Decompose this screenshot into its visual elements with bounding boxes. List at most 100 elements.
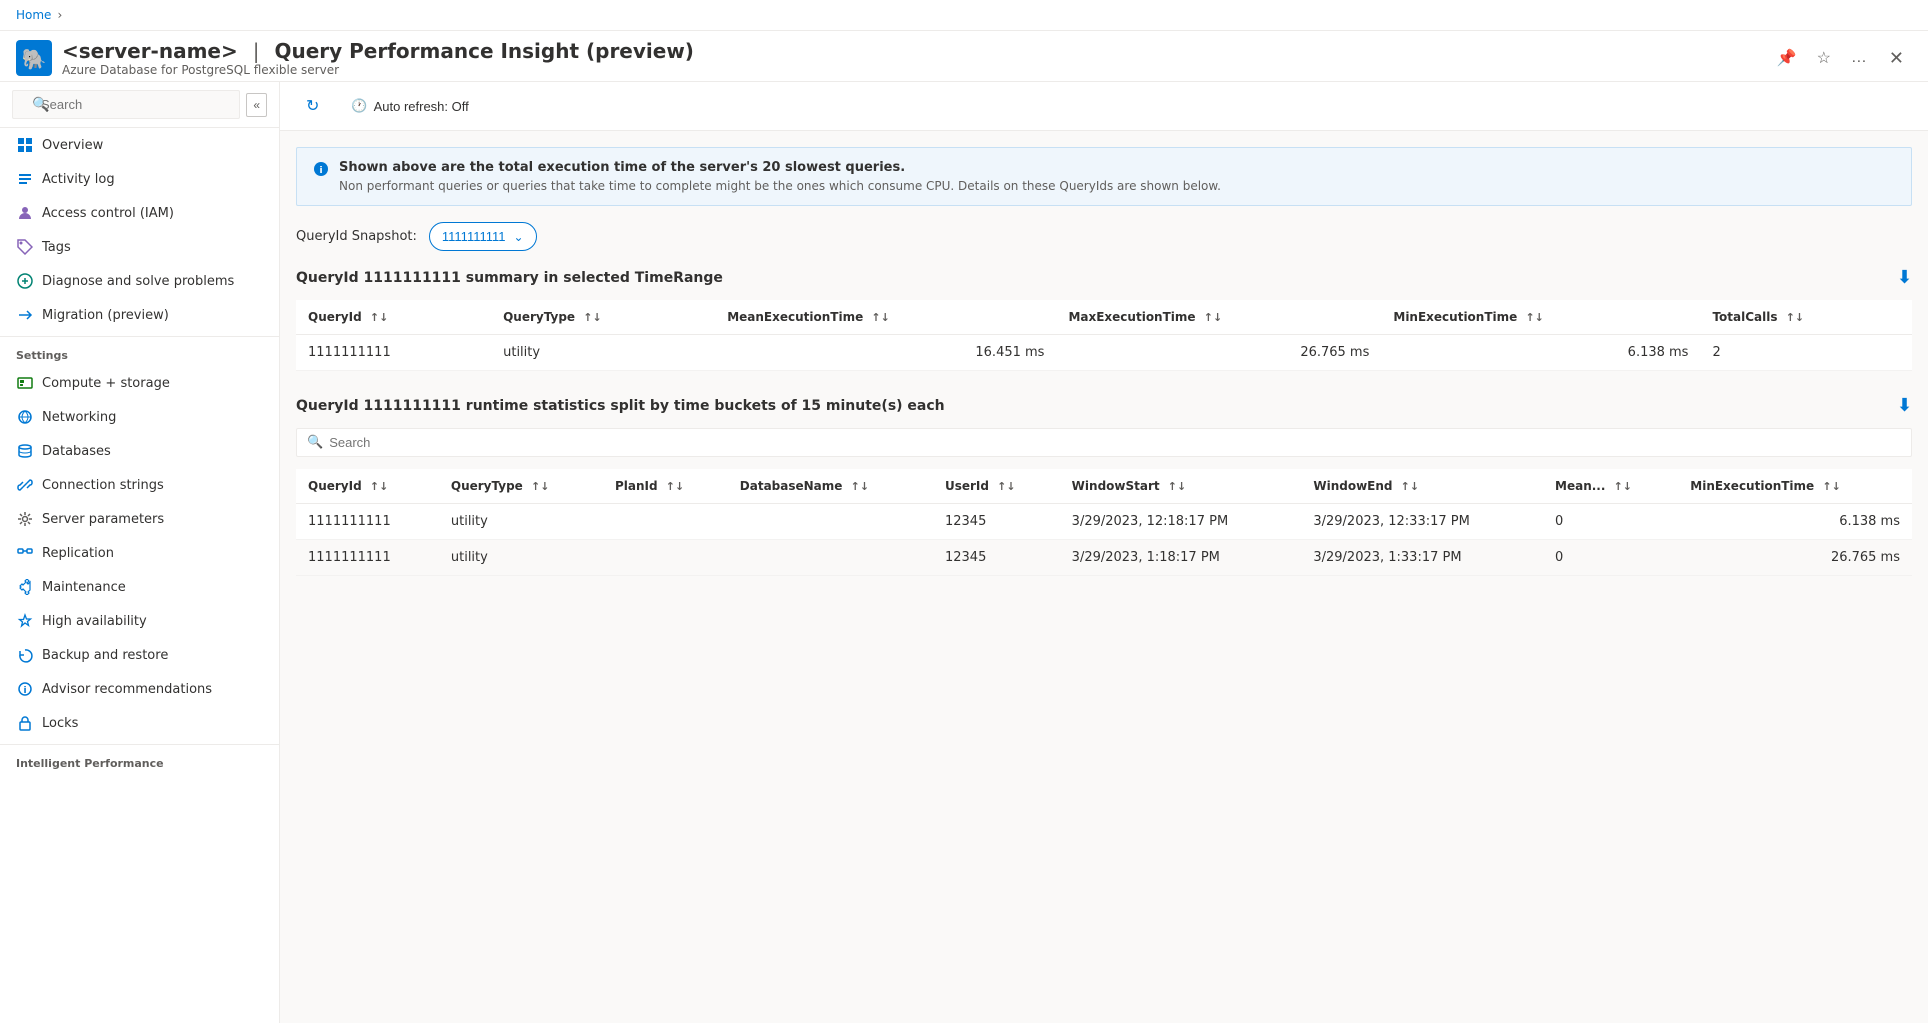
sidebar-item-migration[interactable]: Migration (preview) <box>0 298 279 332</box>
sidebar-nav: Overview Activity log Access control (IA… <box>0 128 279 1023</box>
connection-strings-icon <box>16 476 34 494</box>
sidebar-item-label: Access control (IAM) <box>42 206 174 221</box>
cell-query-type: utility <box>491 335 715 371</box>
rt-col-mean[interactable]: Mean... ↑↓ <box>1543 469 1678 504</box>
col-max-execution[interactable]: MaxExecutionTime ↑↓ <box>1056 300 1381 335</box>
col-query-type[interactable]: QueryType ↑↓ <box>491 300 715 335</box>
sidebar-item-maintenance[interactable]: Maintenance <box>0 570 279 604</box>
sidebar-item-locks[interactable]: Locks <box>0 706 279 740</box>
rt-cell-query-id: 1111111111 <box>296 504 439 540</box>
info-banner-bold: Shown above are the total execution time… <box>339 160 1221 175</box>
breadcrumb: Home › <box>0 0 1928 31</box>
high-availability-icon <box>16 612 34 630</box>
sidebar-item-compute[interactable]: Compute + storage <box>0 366 279 400</box>
activity-log-icon <box>16 170 34 188</box>
search-icon: 🔍 <box>32 97 49 113</box>
auto-refresh-button[interactable]: 🕐 Auto refresh: Off <box>341 92 478 120</box>
rt-cell-min-execution: 6.138 ms <box>1678 504 1912 540</box>
sidebar-item-tags[interactable]: Tags <box>0 230 279 264</box>
sidebar-item-server-parameters[interactable]: Server parameters <box>0 502 279 536</box>
server-parameters-icon <box>16 510 34 528</box>
rt-col-user-id[interactable]: UserId ↑↓ <box>933 469 1060 504</box>
runtime-table-body: 1111111111 utility 12345 3/29/2023, 12:1… <box>296 504 1912 576</box>
sidebar-item-advisor[interactable]: i Advisor recommendations <box>0 672 279 706</box>
refresh-button[interactable]: ↻ <box>296 90 329 122</box>
advisor-icon: i <box>16 680 34 698</box>
sidebar-item-label: Connection strings <box>42 478 164 493</box>
sidebar-item-diagnose[interactable]: Diagnose and solve problems <box>0 264 279 298</box>
migration-icon <box>16 306 34 324</box>
snapshot-value: 1111111111 <box>442 229 506 244</box>
runtime-table-row: 1111111111 utility 12345 3/29/2023, 12:1… <box>296 504 1912 540</box>
sidebar-item-backup[interactable]: Backup and restore <box>0 638 279 672</box>
runtime-table-row: 1111111111 utility 12345 3/29/2023, 1:18… <box>296 540 1912 576</box>
summary-table: QueryId ↑↓ QueryType ↑↓ MeanExecutionTim… <box>296 300 1912 371</box>
summary-table-body: 1111111111 utility 16.451 ms 26.765 ms 6… <box>296 335 1912 371</box>
rt-cell-plan-id <box>603 540 728 576</box>
col-query-id[interactable]: QueryId ↑↓ <box>296 300 491 335</box>
sidebar-item-label: Replication <box>42 546 114 561</box>
settings-section-header: Settings <box>0 336 279 366</box>
svg-text:i: i <box>23 686 26 696</box>
info-icon: i <box>313 161 329 181</box>
col-min-execution[interactable]: MinExecutionTime ↑↓ <box>1381 300 1700 335</box>
sidebar-item-replication[interactable]: Replication <box>0 536 279 570</box>
sidebar-item-label: Maintenance <box>42 580 126 595</box>
sidebar-item-databases[interactable]: Databases <box>0 434 279 468</box>
svg-text:i: i <box>319 166 322 176</box>
rt-col-plan-id[interactable]: PlanId ↑↓ <box>603 469 728 504</box>
databases-icon <box>16 442 34 460</box>
col-mean-execution[interactable]: MeanExecutionTime ↑↓ <box>715 300 1056 335</box>
rt-col-query-type[interactable]: QueryType ↑↓ <box>439 469 603 504</box>
sidebar-item-high-availability[interactable]: High availability <box>0 604 279 638</box>
sidebar-item-networking[interactable]: Networking <box>0 400 279 434</box>
header-actions: 📌 ☆ … ✕ <box>1771 44 1912 73</box>
pin-button[interactable]: 📌 <box>1771 44 1803 72</box>
rt-col-window-end[interactable]: WindowEnd ↑↓ <box>1301 469 1543 504</box>
info-banner-text: Shown above are the total execution time… <box>339 160 1221 193</box>
rt-cell-query-type: utility <box>439 504 603 540</box>
rt-col-min-execution[interactable]: MinExecutionTime ↑↓ <box>1678 469 1912 504</box>
header-title-block: <server-name> | Query Performance Insigh… <box>62 39 1771 77</box>
collapse-sidebar-button[interactable]: « <box>246 93 267 117</box>
sidebar-item-connection-strings[interactable]: Connection strings <box>0 468 279 502</box>
sidebar: 🔍 « Overview <box>0 82 280 1023</box>
sidebar-item-label: Advisor recommendations <box>42 682 212 697</box>
sidebar-item-label: Activity log <box>42 172 115 187</box>
networking-icon <box>16 408 34 426</box>
rt-col-database-name[interactable]: DatabaseName ↑↓ <box>728 469 933 504</box>
download-icon[interactable]: ⬇ <box>1897 267 1912 288</box>
snapshot-row: QueryId Snapshot: 1111111111 ⌄ <box>296 222 1912 251</box>
summary-table-row: 1111111111 utility 16.451 ms 26.765 ms 6… <box>296 335 1912 371</box>
favorite-button[interactable]: ☆ <box>1811 44 1837 72</box>
rt-col-query-id[interactable]: QueryId ↑↓ <box>296 469 439 504</box>
rt-col-window-start[interactable]: WindowStart ↑↓ <box>1060 469 1302 504</box>
runtime-section-title: QueryId 1111111111 runtime statistics sp… <box>296 395 1912 416</box>
rt-cell-window-start: 3/29/2023, 12:18:17 PM <box>1060 504 1302 540</box>
cell-mean-execution: 16.451 ms <box>715 335 1056 371</box>
sidebar-search-container: 🔍 « <box>0 82 279 128</box>
sidebar-item-label: Locks <box>42 716 78 731</box>
sidebar-item-access-control[interactable]: Access control (IAM) <box>0 196 279 230</box>
diagnose-icon <box>16 272 34 290</box>
close-button[interactable]: ✕ <box>1881 44 1912 73</box>
col-total-calls[interactable]: TotalCalls ↑↓ <box>1700 300 1912 335</box>
page-header: 🐘 <server-name> | Query Performance Insi… <box>0 31 1928 82</box>
sidebar-item-activity-log[interactable]: Activity log <box>0 162 279 196</box>
info-banner-light: Non performant queries or queries that t… <box>339 179 1221 193</box>
runtime-search-input[interactable] <box>329 435 1901 450</box>
runtime-table: QueryId ↑↓ QueryType ↑↓ PlanId ↑↓ Databa… <box>296 469 1912 576</box>
sidebar-item-label: Diagnose and solve problems <box>42 274 234 289</box>
sidebar-item-label: Databases <box>42 444 111 459</box>
rt-cell-window-end: 3/29/2023, 12:33:17 PM <box>1301 504 1543 540</box>
rt-cell-query-type: utility <box>439 540 603 576</box>
download-runtime-icon[interactable]: ⬇ <box>1897 395 1912 416</box>
sidebar-item-label: Backup and restore <box>42 648 168 663</box>
snapshot-dropdown[interactable]: 1111111111 ⌄ <box>429 222 537 251</box>
more-button[interactable]: … <box>1845 45 1873 71</box>
chevron-down-icon: ⌄ <box>514 230 524 244</box>
sidebar-item-overview[interactable]: Overview <box>0 128 279 162</box>
home-link[interactable]: Home <box>16 8 51 22</box>
rt-cell-database-name <box>728 540 933 576</box>
content-toolbar: ↻ 🕐 Auto refresh: Off <box>280 82 1928 131</box>
